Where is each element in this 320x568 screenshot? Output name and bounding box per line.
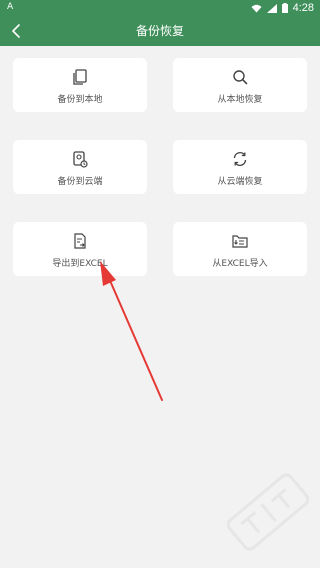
status-app-glyph: A — [7, 2, 14, 12]
refresh-icon — [229, 149, 251, 169]
back-button[interactable] — [6, 21, 26, 41]
watermark-logo — [226, 473, 310, 551]
card-label: 从云端恢复 — [217, 177, 263, 187]
card-label: 导出到EXCEL — [52, 259, 108, 269]
copy-files-icon — [69, 67, 91, 87]
backup-local-button[interactable]: 备份到本地 — [13, 58, 147, 112]
export-excel-button[interactable]: 导出到EXCEL — [13, 222, 147, 276]
wifi-icon — [251, 4, 262, 12]
backup-cloud-button[interactable]: 备份到云端 — [13, 140, 147, 194]
import-excel-button[interactable]: 从EXCEL导入 — [173, 222, 307, 276]
card-label: 从本地恢复 — [217, 95, 263, 105]
page-title: 备份恢复 — [135, 24, 184, 38]
status-icons: 4:28 — [251, 1, 314, 15]
cloud-device-icon — [69, 149, 91, 169]
excel-import-icon — [229, 231, 251, 251]
battery-icon — [281, 3, 288, 13]
app-bar: 备份恢复 — [0, 16, 320, 46]
restore-local-button[interactable]: 从本地恢复 — [173, 58, 307, 112]
card-label: 从EXCEL导入 — [212, 259, 268, 269]
document-export-icon — [69, 231, 91, 251]
restore-cloud-button[interactable]: 从云端恢复 — [173, 140, 307, 194]
status-bar: A 4:28 — [0, 0, 320, 16]
card-label: 备份到本地 — [57, 95, 103, 105]
card-label: 备份到云端 — [57, 177, 103, 187]
status-time: 4:28 — [292, 2, 314, 14]
signal-icon — [266, 3, 277, 13]
chevron-left-icon — [12, 24, 20, 38]
search-icon — [229, 67, 251, 87]
